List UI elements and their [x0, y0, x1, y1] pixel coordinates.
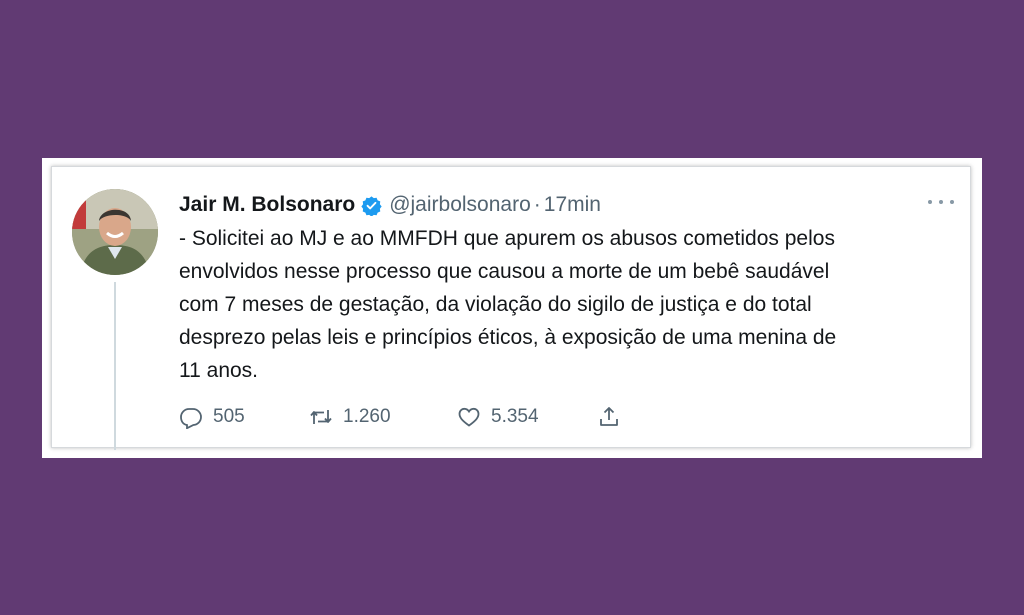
- handle[interactable]: @jairbolsonaro: [389, 193, 531, 217]
- like-button[interactable]: 5.354: [457, 405, 597, 429]
- retweet-button[interactable]: 1.260: [309, 405, 457, 429]
- more-icon[interactable]: [928, 195, 954, 209]
- tweet-header: Jair M. Bolsonaro @jairbolsonaro · 17min: [179, 190, 601, 220]
- display-name[interactable]: Jair M. Bolsonaro: [179, 193, 355, 217]
- like-count: 5.354: [491, 406, 539, 427]
- reply-button[interactable]: 505: [179, 405, 309, 429]
- reply-icon: [180, 408, 202, 429]
- retweet-icon: [310, 410, 332, 424]
- screenshot-frame: Jair M. Bolsonaro @jairbolsonaro · 17min…: [42, 158, 982, 458]
- share-button[interactable]: [597, 405, 621, 429]
- tweet-card[interactable]: Jair M. Bolsonaro @jairbolsonaro · 17min…: [51, 166, 971, 450]
- separator-dot: ·: [533, 193, 541, 216]
- timestamp[interactable]: 17min: [544, 193, 601, 217]
- tweet-text: - Solicitei ao MJ e ao MMFDH que apurem …: [179, 227, 837, 382]
- avatar-image: [72, 189, 158, 275]
- avatar[interactable]: [72, 189, 158, 275]
- like-icon: [458, 407, 480, 427]
- reply-count: 505: [213, 406, 245, 427]
- retweet-count: 1.260: [343, 406, 391, 427]
- thread-line: [114, 282, 116, 450]
- share-icon: [600, 407, 618, 426]
- verified-badge-icon: [361, 195, 382, 216]
- tweet-actions: 505 1.260 5.354: [179, 403, 621, 431]
